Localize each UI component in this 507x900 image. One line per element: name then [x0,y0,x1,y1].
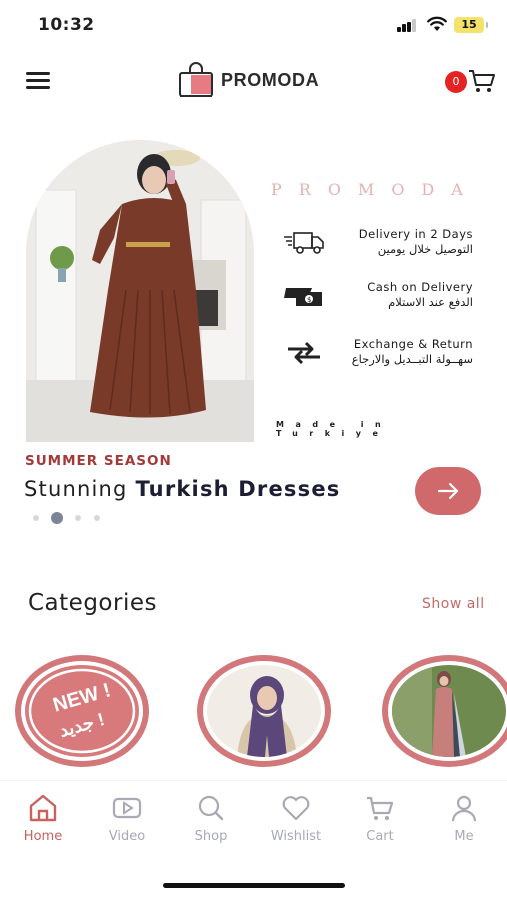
bottom-navigation: Home Video Shop Wishlist Cart Me [0,780,507,860]
show-all-link[interactable]: Show all [422,596,485,612]
cart-icon [367,796,394,820]
nav-home[interactable]: Home [3,793,83,853]
feature-delivery-en: Delivery in 2 Days [358,227,473,241]
brand-logo[interactable]: PROMODA [177,60,319,100]
feature-exchange: Exchange & Return سهــولة التبــديل والا… [282,337,487,371]
nav-video[interactable]: Video [87,793,167,853]
svg-text:$: $ [307,296,311,304]
feature-exchange-en: Exchange & Return [353,337,473,351]
feature-cash: $ Cash on Delivery الدفع عند الاستلام [282,280,487,314]
category-dresses[interactable] [382,655,507,767]
new-badge-image: NEW ! جديد ! [25,665,139,757]
made-in-turkiye: Made in Turkiye [276,420,393,438]
season-label: SUMMER SEASON [25,453,172,469]
category-hijab[interactable] [197,655,331,767]
nav-wishlist-label: Wishlist [270,829,322,844]
feature-delivery-ar: التوصيل خلال يومين [377,242,473,256]
signal-icon [397,19,417,32]
cash-icon: $ [284,288,322,306]
headline-bold: Turkish Dresses [135,477,341,501]
feature-cash-en: Cash on Delivery [367,280,473,294]
hero-next-button[interactable] [415,467,481,515]
search-icon [198,795,224,821]
nav-shop-label: Shop [194,829,228,844]
carousel-dot-active[interactable] [51,512,63,524]
arrow-right-icon [437,482,459,500]
carousel-dot[interactable] [75,515,81,521]
hero-banner[interactable]: PROMODA Delivery in 2 Days التوصيل خلال … [0,140,507,530]
nav-cart-label: Cart [366,829,394,844]
battery-indicator: 15 [454,17,488,33]
cart-count-badge: 0 [445,71,467,93]
nav-cart[interactable]: Cart [340,793,420,853]
category-dresses-image [392,665,506,757]
feature-delivery: Delivery in 2 Days التوصيل خلال يومين [282,227,487,261]
categories-title: Categories [28,590,157,616]
feature-exchange-ar: سهــولة التبــديل والارجاع [351,352,473,366]
user-icon [451,795,477,822]
category-hijab-image [207,665,321,757]
nav-shop[interactable]: Shop [171,793,251,853]
carousel-dot[interactable] [94,515,100,521]
nav-me[interactable]: Me [424,793,504,853]
nav-me-label: Me [454,829,474,844]
status-bar: 10:32 15 [0,0,507,50]
shopping-bag-logo-icon [179,62,213,97]
menu-icon[interactable] [26,72,52,90]
cart-icon[interactable] [468,68,496,94]
carousel-dot[interactable] [33,515,39,521]
exchange-arrows-icon [288,341,320,365]
status-time: 10:32 [38,15,95,35]
nav-wishlist[interactable]: Wishlist [256,793,336,853]
delivery-truck-icon [284,232,324,254]
feature-cash-ar: الدفع عند الاستلام [388,295,473,309]
wifi-icon [427,16,447,31]
carousel-dots [33,512,113,524]
app-header: PROMODA 0 [0,56,507,106]
category-new[interactable]: NEW ! جديد ! [15,655,149,767]
video-icon [112,797,142,819]
hero-model-photo [26,140,254,442]
nav-home-label: Home [23,829,63,844]
nav-video-label: Video [108,829,146,844]
home-icon [29,794,57,822]
brand-name: PROMODA [221,69,320,90]
headline-regular: Stunning [24,477,136,501]
hero-headline: Stunning Turkish Dresses [24,477,340,501]
heart-icon [282,796,310,821]
hero-brand-wordmark: PROMODA [271,180,480,199]
home-indicator[interactable] [163,883,345,888]
